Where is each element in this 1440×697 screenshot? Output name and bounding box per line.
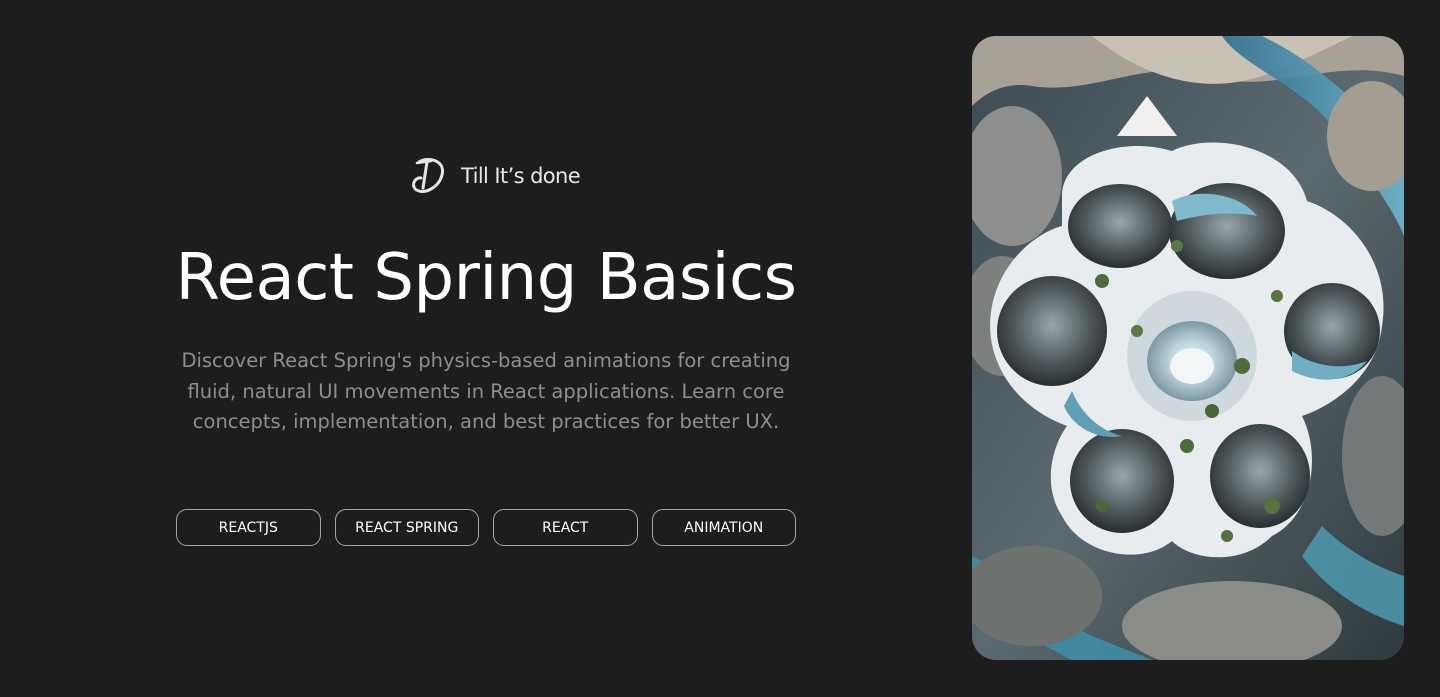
page-description: Discover React Spring's physics-based an… bbox=[181, 349, 791, 433]
brand-name: Till It’s done bbox=[461, 164, 581, 188]
td-monogram-icon bbox=[405, 156, 451, 196]
tag-animation[interactable]: ANIMATION bbox=[651, 509, 796, 546]
tag-reactjs[interactable]: REACTJS bbox=[176, 509, 321, 546]
tag-react[interactable]: REACT bbox=[493, 509, 638, 546]
page-title: React Spring Basics bbox=[175, 241, 797, 315]
brand[interactable]: Till It’s done bbox=[405, 155, 581, 197]
page: Till It’s done React Spring Basics Disco… bbox=[0, 0, 1440, 697]
hero-image bbox=[972, 36, 1404, 660]
content-column: Till It’s done React Spring Basics Disco… bbox=[0, 0, 972, 697]
tag-list: REACTJS REACT SPRING REACT ANIMATION bbox=[176, 509, 796, 546]
tag-react-spring[interactable]: REACT SPRING bbox=[334, 509, 479, 546]
